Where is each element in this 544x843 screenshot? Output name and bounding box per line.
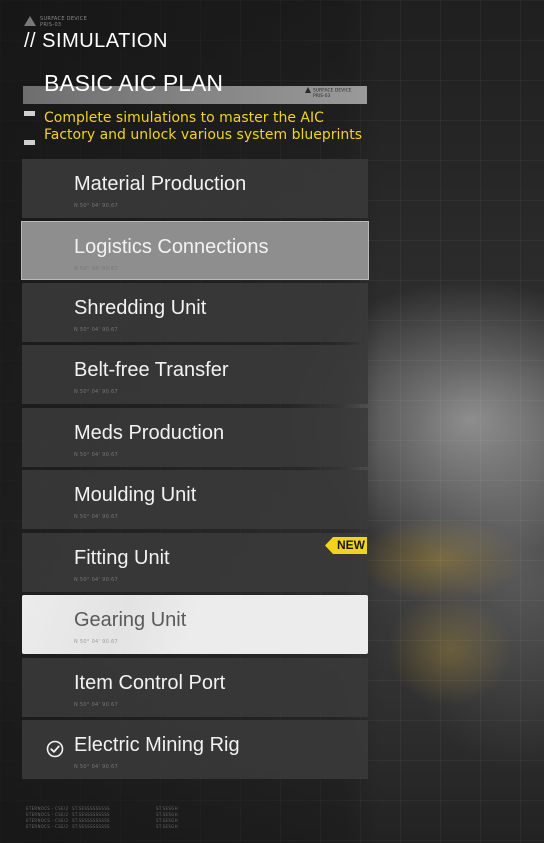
plan-tag: SURFACE DEVICE PRIS-03 xyxy=(305,87,352,99)
simulation-item-item-control-port[interactable]: Item Control Port N 50° 04' 90.67 xyxy=(22,658,368,717)
plan-title: BASIC AIC PLAN xyxy=(44,70,223,96)
item-label: Shredding Unit xyxy=(74,297,207,319)
description-marker-top xyxy=(24,111,35,116)
footer-text: ST.SESGH xyxy=(156,824,178,829)
new-badge: NEW xyxy=(325,537,367,554)
item-label: Gearing Unit xyxy=(74,609,187,631)
item-coordinates: N 50° 04' 90.67 xyxy=(74,266,118,272)
item-label: Electric Mining Rig xyxy=(74,734,240,756)
plan-tag-triangle-icon xyxy=(305,87,311,93)
item-coordinates: N 50° 04' 90.67 xyxy=(74,702,118,708)
brand-line2: PRIS-03 xyxy=(40,22,62,28)
item-label: Item Control Port xyxy=(74,672,226,694)
item-label: Meds Production xyxy=(74,422,225,444)
item-coordinates: N 50° 04' 90.67 xyxy=(74,639,118,645)
item-coordinates: N 50° 04' 90.67 xyxy=(74,577,118,583)
page-title: // SIMULATION xyxy=(24,30,168,52)
item-label: Logistics Connections xyxy=(74,236,269,258)
item-label: Moulding Unit xyxy=(74,484,197,506)
plan-description: Complete simulations to master the AIC F… xyxy=(44,110,363,143)
simulation-item-meds-production[interactable]: Meds Production N 50° 04' 90.67 xyxy=(22,408,368,467)
brand-mark: SURFACE DEVICE PRIS-03 xyxy=(24,16,87,28)
description-marker-bottom xyxy=(24,140,35,145)
item-coordinates: N 50° 04' 90.67 xyxy=(74,389,118,395)
simulation-item-fitting-unit[interactable]: Fitting Unit N 50° 04' 90.67 xyxy=(22,533,368,592)
brand-triangle-icon xyxy=(24,16,36,26)
simulation-item-belt-free-transfer[interactable]: Belt-free Transfer N 50° 04' 90.67 xyxy=(22,345,368,404)
item-coordinates: N 50° 04' 90.67 xyxy=(74,514,118,520)
item-coordinates: N 50° 04' 90.67 xyxy=(74,764,118,770)
simulation-item-gearing-unit[interactable]: Gearing Unit N 50° 04' 90.67 xyxy=(22,595,368,654)
simulation-item-logistics-connections[interactable]: Logistics Connections N 50° 04' 90.67 xyxy=(21,221,369,280)
item-label: Material Production xyxy=(74,173,247,195)
item-coordinates: N 50° 04' 90.67 xyxy=(74,203,118,209)
footer-col1: ETERNOCS - CSE/2 ETERNOCS - CSE/2 ETERNO… xyxy=(26,806,68,830)
footer-text: ETERNOCS - CSE/2 xyxy=(26,824,69,829)
item-coordinates: N 50° 04' 90.67 xyxy=(74,327,118,333)
simulation-item-shredding-unit[interactable]: Shredding Unit N 50° 04' 90.67 xyxy=(22,283,368,342)
item-coordinates: N 50° 04' 90.67 xyxy=(74,452,118,458)
footer-col3: ST.SESGH ST.SESGH ST.SESGH ST.SESGH xyxy=(156,806,178,830)
item-label: Belt-free Transfer xyxy=(74,359,229,381)
plan-tag-line2: PRIS-03 xyxy=(313,93,331,99)
checkmark-circle-icon xyxy=(46,740,64,758)
footer-text: ST.SESSSSSSSSS xyxy=(72,824,110,829)
simulation-item-electric-mining-rig[interactable]: Electric Mining Rig N 50° 04' 90.67 xyxy=(22,720,368,779)
simulation-item-moulding-unit[interactable]: Moulding Unit N 50° 04' 90.67 xyxy=(22,470,368,529)
item-label: Fitting Unit xyxy=(74,547,170,569)
plan-tag-line1: SURFACE DEVICE xyxy=(313,88,352,94)
footer-col2: ST.SESSSSSSSSS ST.SESSSSSSSSS ST.SESSSSS… xyxy=(72,806,110,830)
simulation-item-material-production[interactable]: Material Production N 50° 04' 90.67 xyxy=(22,159,368,218)
